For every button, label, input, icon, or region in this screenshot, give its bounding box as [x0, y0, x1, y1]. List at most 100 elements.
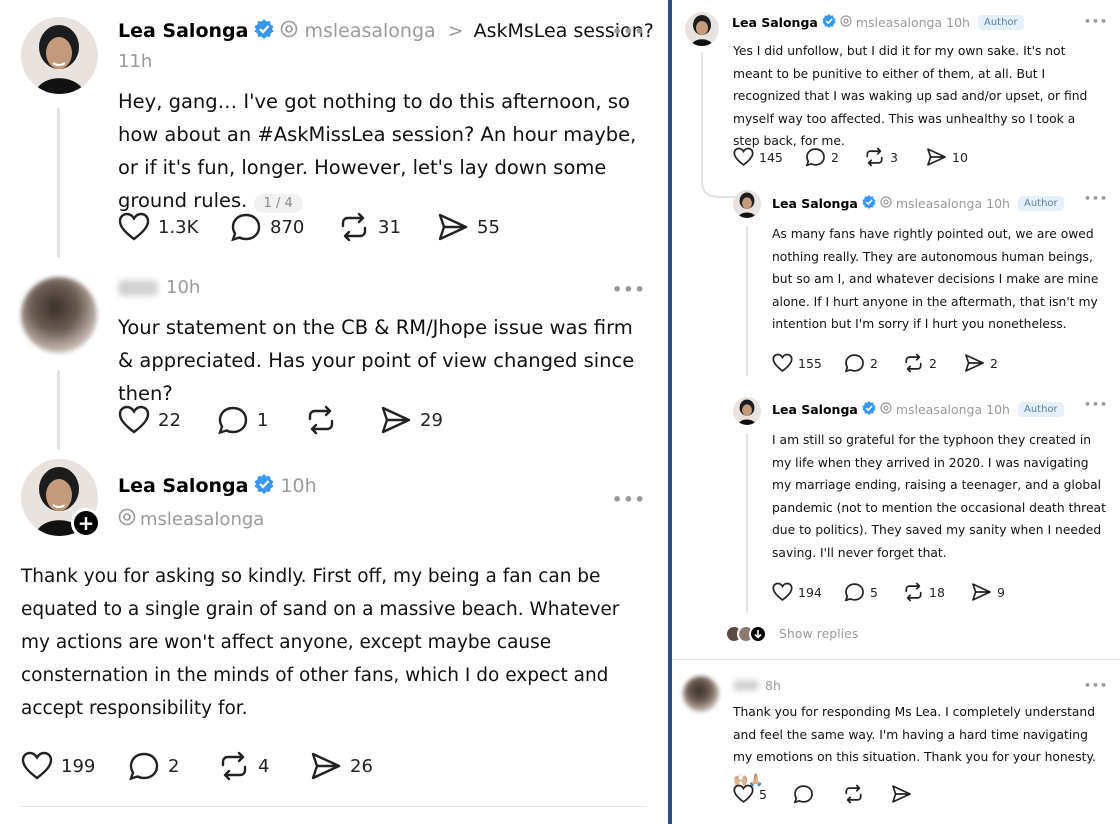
share-button[interactable]: 10 [926, 147, 968, 167]
blurred-user-avatar[interactable] [683, 676, 719, 712]
author-name[interactable]: Lea Salonga [772, 402, 858, 417]
blurred-username[interactable] [118, 280, 158, 296]
reply-button[interactable]: 870 [230, 212, 304, 242]
repost-button[interactable]: 18 [903, 582, 945, 602]
more-icon[interactable]: ••• [1084, 398, 1108, 411]
like-button[interactable]: 194 [772, 582, 822, 602]
threads-icon [880, 402, 892, 417]
thread-line [746, 226, 748, 376]
more-icon[interactable]: ••• [1084, 679, 1108, 692]
lea-salonga-avatar[interactable] [733, 190, 761, 218]
like-button[interactable]: 199 [21, 751, 95, 781]
comment-icon [230, 212, 262, 242]
verified-icon [862, 195, 876, 212]
blurred-user-avatar[interactable] [21, 277, 97, 353]
follow-plus-icon[interactable]: + [71, 508, 101, 538]
show-replies-arrow-icon [749, 625, 767, 643]
more-icon[interactable]: ••• [1084, 192, 1108, 205]
share-count: 2 [990, 355, 998, 371]
repost-button[interactable]: 3 [864, 147, 898, 167]
more-icon[interactable]: ••• [612, 22, 646, 41]
post-time: 10h [946, 15, 970, 30]
author-handle[interactable]: msleasalonga [896, 402, 982, 417]
post-text: Yes I did unfollow, but I did it for my … [733, 44, 1088, 148]
lea-salonga-avatar[interactable] [733, 397, 761, 425]
share-icon [891, 784, 912, 804]
author-name[interactable]: Lea Salonga [118, 475, 248, 497]
share-button[interactable]: 55 [437, 212, 500, 242]
like-button[interactable]: 22 [118, 405, 181, 435]
thread-line [57, 108, 60, 258]
author-name[interactable]: Lea Salonga [118, 20, 248, 42]
post-time: 10h [986, 196, 1010, 211]
verified-icon [254, 18, 274, 44]
topic-chevron-icon: > [447, 20, 464, 42]
thread-line [746, 433, 748, 613]
repost-button[interactable]: 31 [338, 212, 401, 242]
share-count: 10 [952, 149, 968, 165]
threads-icon [880, 196, 892, 211]
share-button[interactable]: 9 [971, 582, 1005, 602]
heart-icon [772, 582, 793, 602]
author-handle[interactable]: msleasalonga [856, 15, 942, 30]
share-button[interactable] [891, 784, 912, 804]
repost-button[interactable] [843, 784, 864, 804]
reply-count: 5 [870, 584, 878, 600]
replier-avatars[interactable] [725, 624, 775, 646]
divider [21, 806, 647, 807]
like-button[interactable]: 155 [772, 353, 822, 373]
post-time: 11h [118, 51, 153, 72]
repost-icon [864, 147, 885, 167]
author-name[interactable]: Lea Salonga [732, 15, 818, 30]
share-button[interactable]: 26 [310, 751, 373, 781]
author-handle[interactable]: msleasalonga [304, 20, 435, 42]
repost-button[interactable]: 4 [218, 751, 269, 781]
comment-icon [217, 405, 249, 435]
blurred-username[interactable] [733, 680, 759, 691]
comment-icon [844, 582, 865, 602]
repost-icon [843, 784, 864, 804]
reply-count: 2 [870, 355, 878, 371]
right-replies-panel: Lea Salonga msleasalonga 10h Author ••• … [672, 0, 1120, 824]
reply-button[interactable]: 2 [128, 751, 179, 781]
reply-button[interactable]: 5 [844, 582, 878, 602]
post-time: 10h [166, 277, 201, 298]
reply-button[interactable] [793, 784, 814, 804]
author-name[interactable]: Lea Salonga [772, 196, 858, 211]
repost-button[interactable]: 2 [903, 353, 937, 373]
more-icon[interactable]: ••• [612, 280, 646, 299]
share-count: 9 [997, 584, 1005, 600]
like-count: 194 [798, 584, 822, 600]
page-counter: 1 / 4 [253, 194, 303, 213]
reply-button[interactable]: 2 [805, 147, 839, 167]
reply-button[interactable]: 1 [217, 405, 268, 435]
author-badge: Author [977, 15, 1024, 30]
share-button[interactable]: 29 [380, 405, 443, 435]
left-thread-panel: Lea Salonga msleasalonga > AskMsLea sess… [0, 0, 668, 824]
more-icon[interactable]: ••• [1084, 15, 1108, 28]
like-button[interactable]: 1.3K [118, 212, 198, 242]
heart-icon [21, 751, 53, 781]
reply-count: 1 [257, 409, 269, 431]
threads-icon [280, 20, 298, 43]
like-button[interactable]: 5 [733, 784, 767, 804]
author-handle[interactable]: msleasalonga [896, 196, 982, 211]
lea-salonga-avatar[interactable] [21, 17, 98, 94]
repost-button[interactable] [305, 405, 345, 435]
like-button[interactable]: 145 [733, 147, 783, 167]
share-icon [964, 353, 985, 373]
author-handle[interactable]: msleasalonga [140, 509, 264, 530]
more-icon[interactable]: ••• [612, 490, 646, 509]
share-icon [310, 751, 342, 781]
post-text: Thank you for asking so kindly. First of… [21, 566, 620, 719]
thread-connector [701, 52, 736, 198]
reply-button[interactable]: 2 [844, 353, 878, 373]
divider [672, 659, 1120, 660]
lea-salonga-avatar[interactable] [685, 12, 719, 46]
share-icon [380, 405, 412, 435]
show-replies-link[interactable]: Show replies [779, 626, 858, 641]
share-count: 55 [477, 216, 500, 238]
reply-count: 2 [831, 149, 839, 165]
share-button[interactable]: 2 [964, 353, 998, 373]
repost-icon [903, 582, 924, 602]
